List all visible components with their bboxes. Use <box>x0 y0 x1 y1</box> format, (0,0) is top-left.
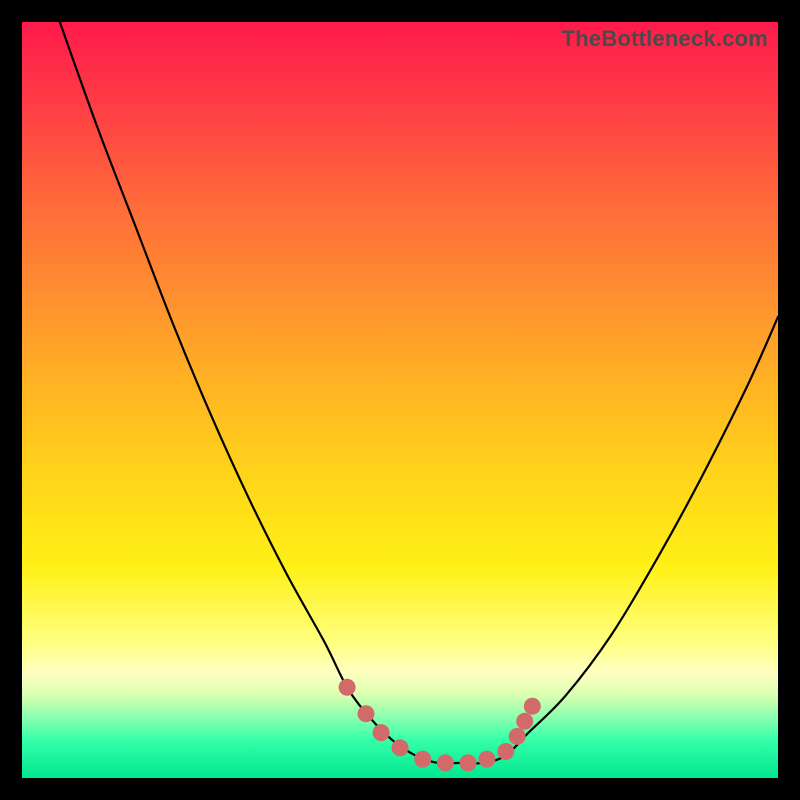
curve-marker <box>339 679 356 696</box>
curve-marker <box>516 713 533 730</box>
chart-svg <box>22 22 778 778</box>
curve-marker <box>478 751 495 768</box>
curve-marker <box>437 754 454 771</box>
curve-marker <box>358 705 375 722</box>
curve-markers <box>339 679 541 772</box>
curve-marker <box>392 739 409 756</box>
curve-marker <box>524 698 541 715</box>
curve-marker <box>460 754 477 771</box>
bottleneck-curve <box>60 22 778 763</box>
chart-plot-area: TheBottleneck.com <box>22 22 778 778</box>
curve-marker <box>414 751 431 768</box>
curve-marker <box>509 728 526 745</box>
curve-marker <box>373 724 390 741</box>
curve-marker <box>497 743 514 760</box>
